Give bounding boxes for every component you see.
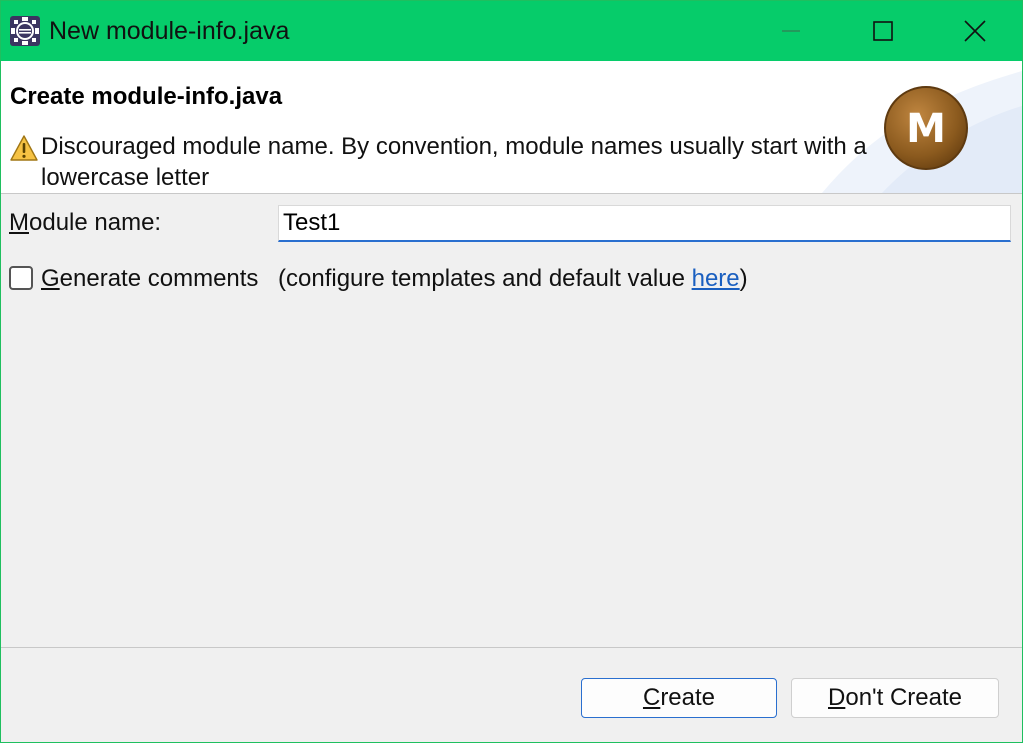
- banner-title: Create module-info.java: [10, 83, 283, 110]
- header-banner: Create module-info.java Discouraged modu…: [1, 61, 1022, 194]
- warning-icon: [10, 135, 38, 161]
- close-button[interactable]: [929, 1, 1021, 61]
- create-button[interactable]: Create: [581, 678, 777, 718]
- dont-create-button[interactable]: Don't Create: [791, 678, 999, 718]
- dont-create-mnemonic: D: [828, 684, 846, 711]
- create-mnemonic: C: [642, 684, 661, 711]
- module-name-mnemonic: M: [9, 209, 29, 236]
- maximize-icon: [873, 21, 893, 41]
- configure-templates-text: (configure templates and default value h…: [278, 265, 748, 293]
- configure-text-prefix: (configure templates and default value: [278, 265, 692, 292]
- generate-comments-checkbox[interactable]: [9, 266, 33, 290]
- banner-message: Discouraged module name. By convention, …: [41, 133, 867, 191]
- dont-create-label: on't Create: [845, 684, 962, 711]
- module-name-label-text: odule name:: [29, 209, 162, 236]
- eclipse-gear-icon: [10, 16, 40, 46]
- minimize-icon: [782, 30, 800, 32]
- module-name-label: Module name:: [9, 209, 161, 237]
- title-bar[interactable]: New module-info.java: [1, 1, 1022, 61]
- bottom-divider: [1, 647, 1022, 648]
- generate-comments-label[interactable]: Generate comments: [41, 265, 258, 293]
- module-m-icon: M: [884, 86, 968, 170]
- logo-letter: M: [906, 106, 946, 152]
- dialog-window: New module-info.java Create module-info.…: [0, 0, 1023, 743]
- configure-text-suffix: ): [739, 265, 748, 292]
- maximize-button[interactable]: [837, 1, 929, 61]
- generate-comments-mnemonic: G: [41, 265, 60, 292]
- window-title: New module-info.java: [49, 17, 290, 45]
- create-label: reate: [660, 684, 716, 711]
- module-name-input[interactable]: [278, 205, 1011, 242]
- generate-comments-label-text: enerate comments: [59, 265, 259, 292]
- minimize-button[interactable]: [745, 1, 837, 61]
- here-link[interactable]: here: [692, 265, 740, 292]
- close-icon: [964, 20, 986, 42]
